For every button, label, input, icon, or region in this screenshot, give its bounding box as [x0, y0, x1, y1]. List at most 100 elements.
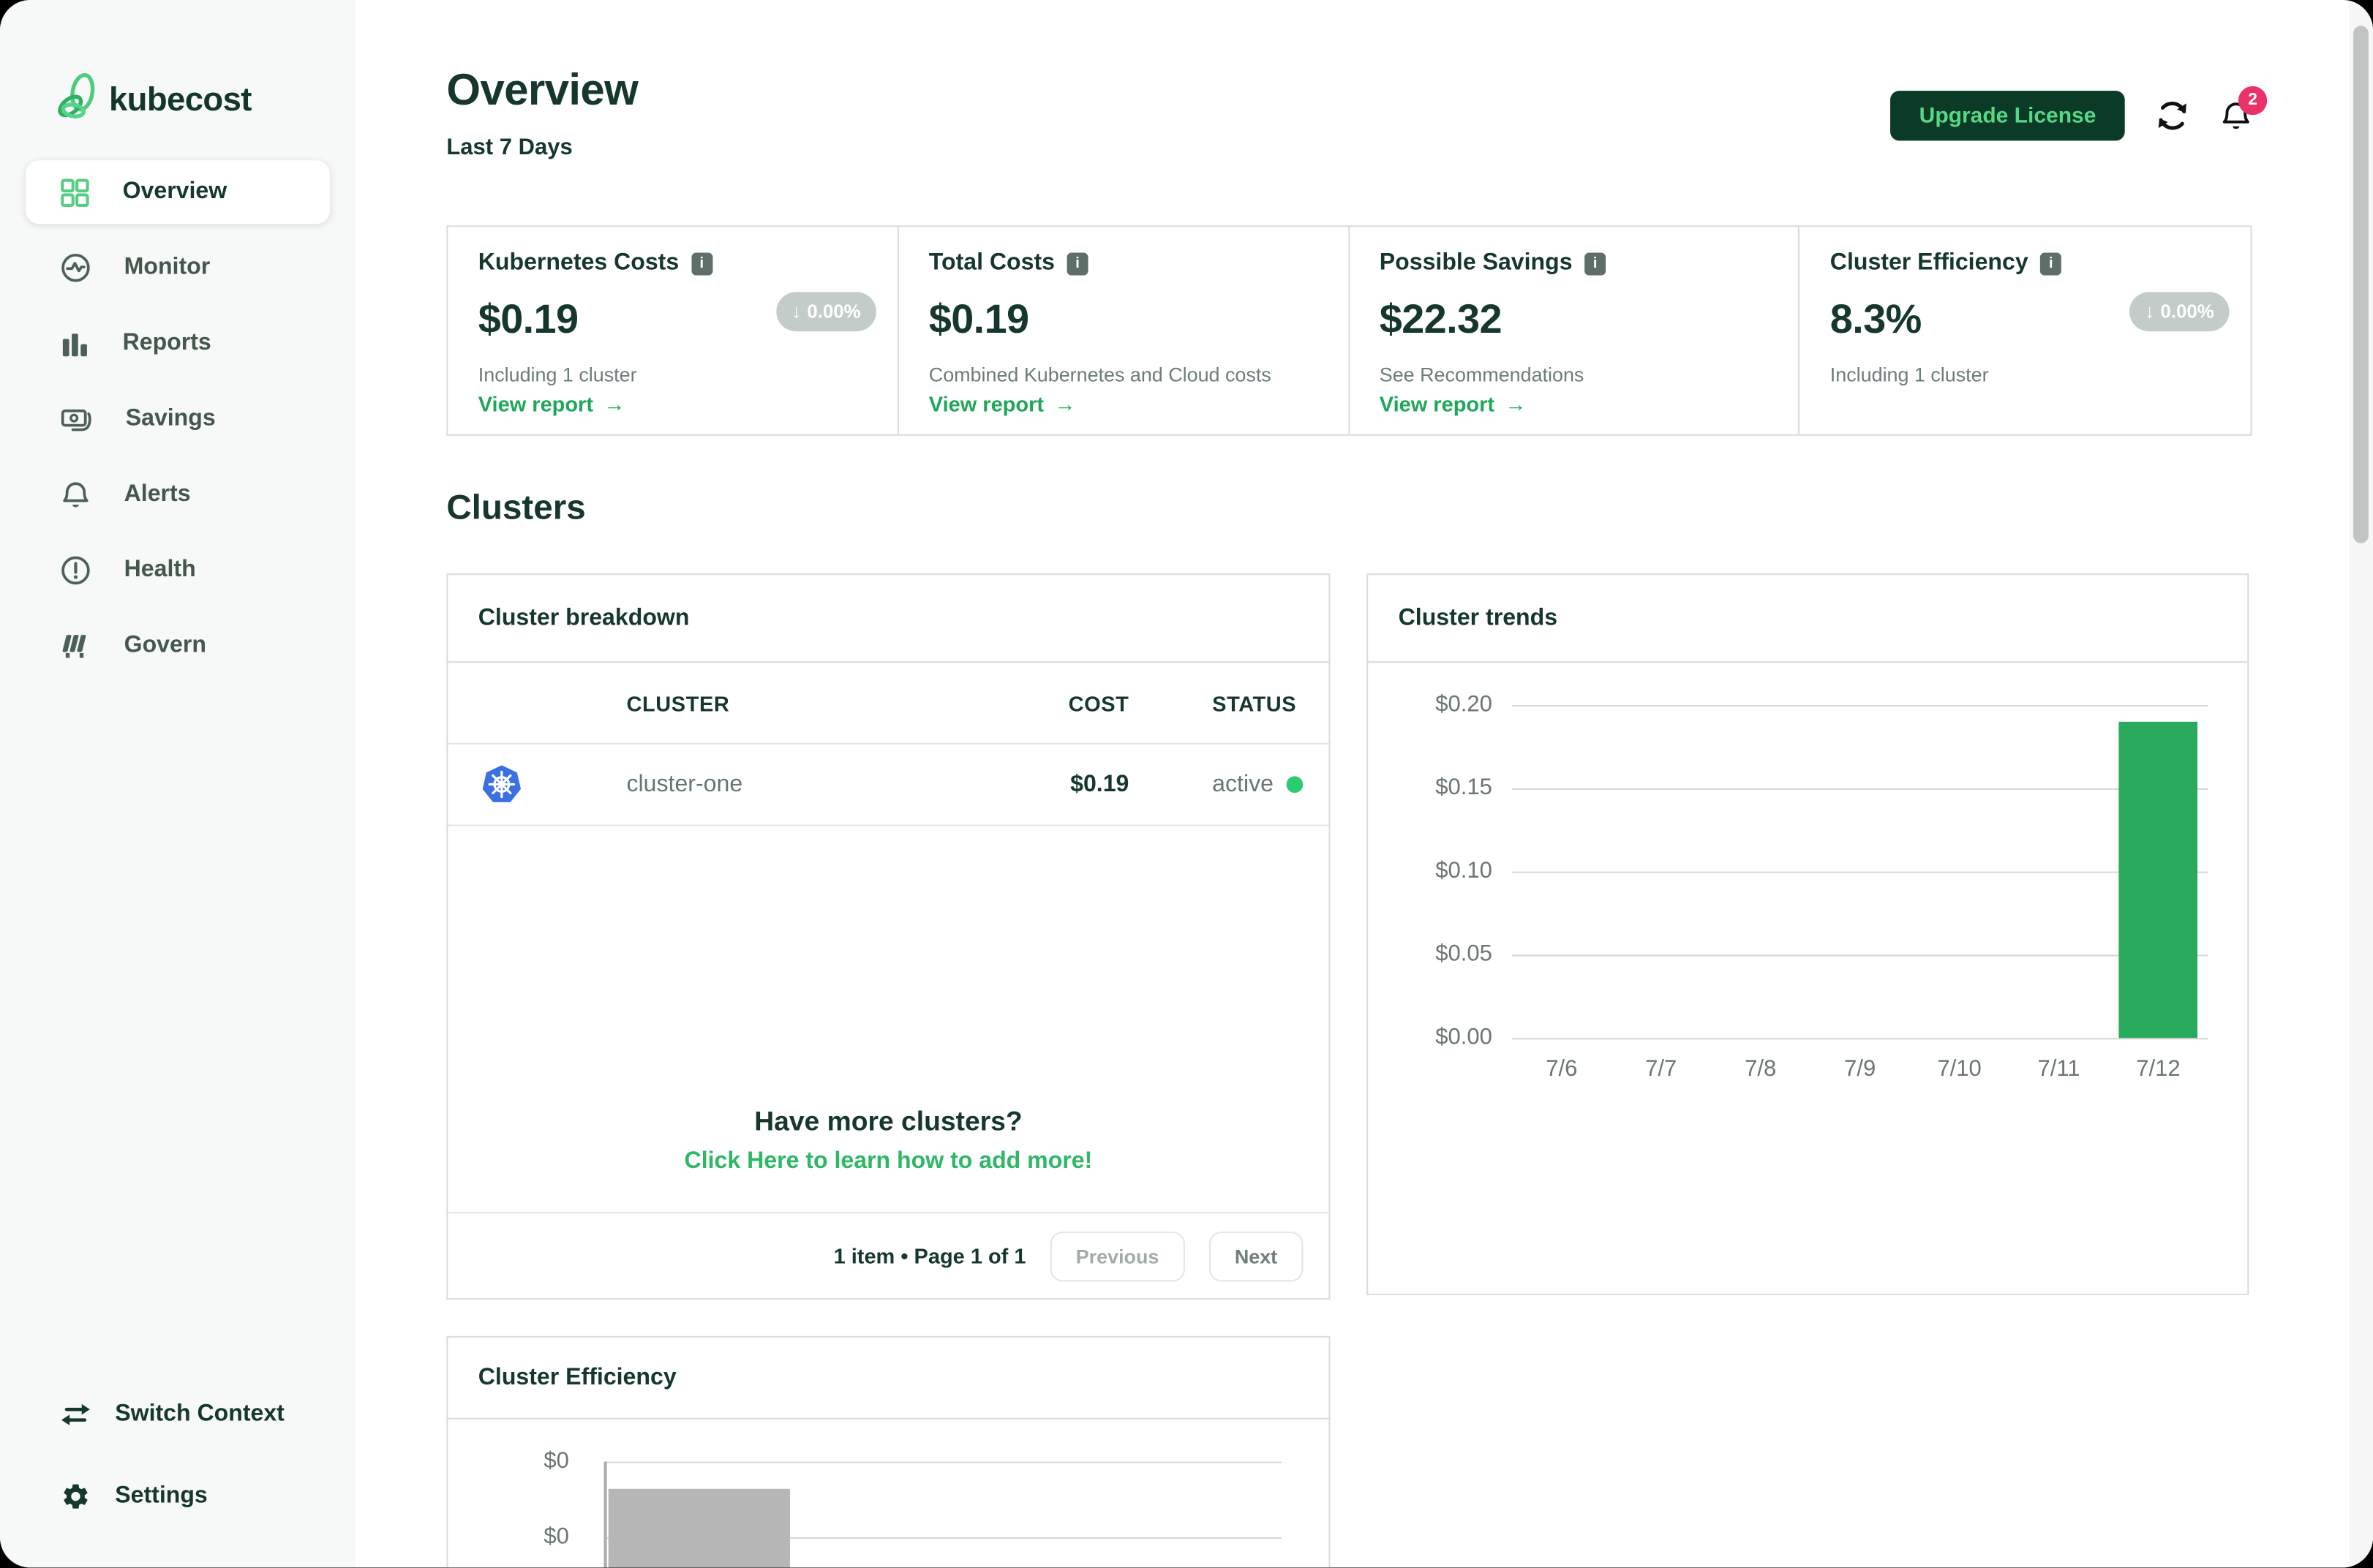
sidebar-nav: Overview Monitor Reports Savings Alerts … [0, 160, 356, 684]
notification-count-badge: 2 [2238, 85, 2268, 115]
y-tick-label: $0.05 [1435, 941, 1492, 968]
main-content: Overview Last 7 Days Upgrade License 2 K… [356, 0, 2373, 1568]
cluster-breakdown-card: Cluster breakdown CLUSTER COST STATUS cl… [446, 573, 1331, 1300]
gear-icon [61, 1481, 91, 1511]
arrow-right-icon: → [1505, 391, 1527, 416]
info-icon[interactable]: i [1584, 252, 1606, 275]
bar-chart-icon [61, 329, 89, 358]
sidebar-item-govern[interactable]: Govern [26, 608, 330, 684]
settings-button[interactable]: Settings [0, 1455, 356, 1537]
sidebar-item-monitor[interactable]: Monitor [26, 230, 330, 305]
view-report-link[interactable]: View report → [1380, 392, 1527, 416]
x-tick-label: 7/7 [1645, 1056, 1677, 1082]
down-arrow-icon: ↓ [791, 301, 802, 323]
arrow-right-icon: → [1054, 391, 1076, 416]
scrollbar-thumb[interactable] [2353, 26, 2369, 543]
cluster-trends-title: Cluster trends [1368, 575, 2248, 663]
kubecost-logo[interactable]: kubecost [0, 0, 356, 127]
gridline [1511, 954, 2208, 957]
x-tick-label: 7/12 [2136, 1056, 2181, 1082]
stat-card-value: $0.19 [928, 296, 1029, 342]
y-axis-line [603, 1461, 606, 1568]
sidebar-item-reports[interactable]: Reports [26, 306, 330, 381]
stat-card-value: $22.32 [1379, 296, 1503, 342]
clusters-heading: Clusters [446, 487, 586, 527]
app-window: kubecost Overview Monitor Reports Saving… [0, 0, 2373, 1568]
info-icon[interactable]: i [691, 252, 712, 275]
arrow-right-icon: → [603, 391, 625, 416]
stat-card-subtext: Including 1 cluster [1829, 363, 1989, 386]
next-page-button[interactable]: Next [1208, 1231, 1304, 1281]
table-row[interactable]: cluster-one $0.19 active [448, 745, 1329, 826]
grid-icon [61, 178, 89, 206]
stat-card-title: Kubernetes Costs [478, 249, 680, 276]
stat-card-subtext: Including 1 cluster [478, 363, 637, 386]
sidebar-item-alerts[interactable]: Alerts [26, 457, 330, 532]
column-header-cost: COST [1068, 690, 1129, 715]
page-header: Overview Last 7 Days Upgrade License 2 [446, 67, 2268, 161]
delta-badge: ↓ 0.00% [776, 292, 876, 332]
kubecost-leaf-icon [54, 72, 99, 127]
notifications-button[interactable]: 2 [2220, 85, 2268, 133]
kubernetes-icon [480, 763, 524, 807]
x-tick-label: 7/10 [1937, 1056, 1982, 1082]
date-range-label: Last 7 Days [446, 135, 573, 161]
cluster-trends-card: Cluster trends $0.20 $0.15 $0.10 $0.05 $0.00… [1366, 573, 2249, 1295]
sidebar-item-label: Reports [122, 330, 211, 356]
stat-card-kubernetes-costs: Kubernetes Costs i $0.19 ↓ 0.00% Includin… [448, 227, 899, 434]
stat-card-possible-savings: Possible Savings i $22.32 ↓ See Recommen… [1349, 227, 1800, 434]
stat-cards-row: Kubernetes Costs i $0.19 ↓ 0.00% Includin… [446, 225, 2252, 436]
sidebar-item-overview[interactable]: Overview [26, 160, 331, 225]
money-icon [61, 404, 92, 433]
add-clusters-promo: Have more clusters? Click Here to learn … [448, 1083, 1329, 1214]
y-tick-label: $0.00 [1435, 1024, 1492, 1050]
pagination-bar: 1 item • Page 1 of 1 Previous Next [448, 1213, 1328, 1298]
sidebar-item-health[interactable]: Health [26, 532, 330, 608]
previous-page-button[interactable]: Previous [1050, 1231, 1185, 1281]
cluster-efficiency-chart: $0 $0 [448, 1420, 1328, 1568]
health-icon [61, 555, 91, 585]
stat-card-title: Total Costs [928, 249, 1056, 276]
pagination-text: 1 item • Page 1 of 1 [833, 1243, 1026, 1268]
stat-card-subtext: See Recommendations [1379, 363, 1584, 386]
cluster-breakdown-title: Cluster breakdown [448, 575, 1329, 663]
switch-context-button[interactable]: Switch Context [0, 1374, 356, 1456]
govern-icon [61, 631, 91, 661]
cluster-efficiency-card: Cluster Efficiency $0 $0 [446, 1335, 1331, 1568]
add-clusters-link[interactable]: Click Here to learn how to add more! [448, 1148, 1328, 1175]
y-tick-label: $0.10 [1435, 858, 1492, 884]
gridline [1511, 788, 2208, 790]
cluster-name[interactable]: cluster-one [627, 771, 743, 798]
refresh-icon [2155, 98, 2190, 133]
x-tick-label: 7/8 [1745, 1056, 1777, 1082]
stat-card-title: Cluster Efficiency [1829, 249, 2028, 276]
scrollbar-track [2348, 0, 2373, 1568]
down-arrow-icon: ↓ [2145, 301, 2155, 323]
info-icon[interactable]: i [1067, 252, 1088, 275]
clusters-grid: Cluster breakdown CLUSTER COST STATUS cl… [446, 573, 2252, 1300]
page-title: Overview [446, 67, 639, 116]
view-report-link[interactable]: View report → [929, 392, 1076, 416]
sidebar-item-label: Health [124, 557, 196, 583]
table-empty-space [448, 826, 1328, 1084]
info-icon[interactable]: i [2040, 252, 2062, 275]
upgrade-license-button[interactable]: Upgrade License [1890, 91, 2125, 141]
view-report-link[interactable]: View report → [478, 392, 625, 416]
cluster-cost: $0.19 [1070, 771, 1129, 797]
gridline [603, 1461, 1282, 1463]
trend-bar-7/12 [2118, 721, 2198, 1039]
sidebar-item-label: Overview [122, 178, 227, 205]
logo-text: kubecost [108, 80, 252, 118]
y-tick-label: $0 [544, 1523, 569, 1550]
gridline [1511, 871, 2208, 873]
gridline [1511, 705, 2208, 707]
refresh-button[interactable] [2155, 98, 2190, 133]
sidebar-footer: Switch Context Settings [0, 1374, 356, 1537]
stat-card-subtext: Combined Kubernetes and Cloud costs [928, 363, 1271, 386]
sidebar-item-savings[interactable]: Savings [26, 381, 330, 456]
x-tick-label: 7/11 [2037, 1056, 2080, 1082]
sidebar-item-label: Savings [125, 405, 216, 431]
column-header-cluster: CLUSTER [626, 690, 730, 715]
efficiency-bar [608, 1488, 790, 1568]
monitor-icon [61, 253, 91, 283]
